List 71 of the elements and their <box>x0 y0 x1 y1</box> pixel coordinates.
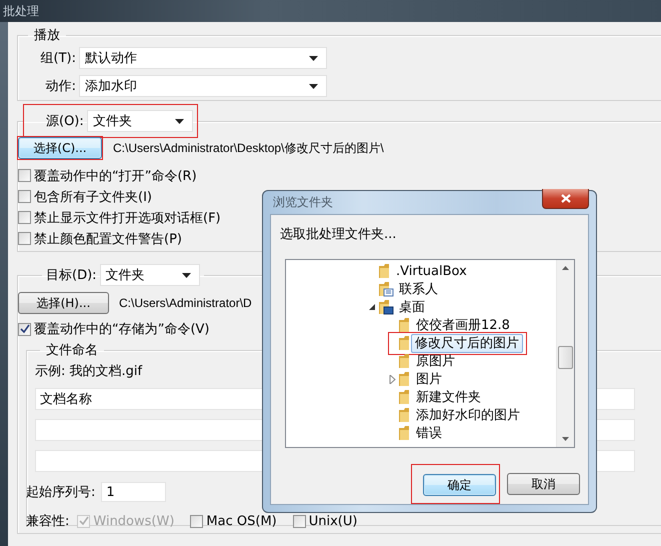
checkbox-label[interactable]: 覆盖动作中的“打开”命令(R) <box>34 166 197 184</box>
checkbox-label[interactable]: Mac OS(M) <box>206 514 277 528</box>
folder-path: C:\Users\Administrator\D <box>119 296 252 310</box>
field-label: 源(O): <box>46 113 84 130</box>
prompt-text: 选取批处理文件夹... <box>280 226 398 243</box>
caret-icon <box>174 118 184 124</box>
scrollbar[interactable] <box>556 260 574 447</box>
checkbox-label[interactable]: 禁止颜色配置文件警告(P) <box>34 230 182 248</box>
folder-icon <box>378 263 391 279</box>
checkbox-label[interactable]: 覆盖动作中的“存储为”命令(V) <box>34 320 210 338</box>
folder-icon <box>398 425 411 441</box>
folder-icon <box>398 317 411 333</box>
tree-item[interactable]: 修改尺寸后的图片 <box>411 334 523 352</box>
tree-item[interactable]: 错误 <box>412 424 446 442</box>
scroll-down-icon <box>562 437 569 441</box>
caret-icon <box>309 56 318 60</box>
dropdown[interactable]: 文件夹 <box>100 264 200 286</box>
checkbox-label[interactable]: Unix(U) <box>308 514 358 528</box>
check-icon <box>78 516 89 526</box>
tree-item[interactable]: 图片 <box>412 370 446 388</box>
dropdown[interactable]: 文件夹 <box>86 110 193 132</box>
folder-icon <box>398 371 411 387</box>
group-title: 播放 <box>33 27 61 44</box>
dropdown[interactable]: 默认动作 <box>79 47 327 69</box>
scroll-thumb[interactable] <box>558 346 573 369</box>
dropdown[interactable]: 添加水印 <box>79 75 327 97</box>
field-label: 起始序列号: <box>26 484 96 501</box>
checkbox[interactable] <box>18 169 31 182</box>
expanded-icon[interactable] <box>369 304 375 310</box>
field-label: 兼容性: <box>26 513 70 530</box>
field-label: 目标(D): <box>46 267 97 284</box>
checkbox-label[interactable]: 包含所有子文件夹(I) <box>34 188 152 206</box>
tree-item[interactable]: 原图片 <box>412 352 459 370</box>
caret-icon <box>309 84 318 88</box>
cancel-button[interactable]: 取消 <box>507 473 580 495</box>
close-button[interactable] <box>542 188 589 208</box>
dialog-title: 浏览文件夹 <box>273 194 333 211</box>
checkbox[interactable] <box>292 514 306 528</box>
select-button[interactable]: 选择(H)... <box>18 292 109 314</box>
tree-item[interactable]: 新建文件夹 <box>412 388 485 406</box>
tree-item[interactable]: .VirtualBox <box>392 262 471 280</box>
select-button[interactable]: 选择(C)... <box>18 137 102 159</box>
close-icon <box>560 194 570 202</box>
folder-icon <box>398 407 411 423</box>
checkbox[interactable] <box>190 514 204 528</box>
scroll-up-icon <box>562 266 569 270</box>
ok-button[interactable]: 确定 <box>423 474 496 496</box>
example-text: 示例: 我的文档.gif <box>35 363 142 380</box>
group-title: 文件命名 <box>45 342 99 359</box>
check-icon <box>20 324 30 334</box>
contacts-folder-icon <box>378 281 394 297</box>
checkbox-label[interactable]: 禁止显示文件打开选项对话框(F) <box>34 208 221 226</box>
tree-item[interactable]: 添加好水印的图片 <box>412 406 524 424</box>
caret-icon <box>182 272 191 278</box>
folder-path: C:\Users\Administrator\Desktop\修改尺寸后的图片\ <box>113 140 384 156</box>
input-field[interactable]: 1 <box>101 482 166 502</box>
window-title: 批处理 <box>3 2 39 20</box>
folder-icon <box>398 353 411 369</box>
tree-item[interactable]: 联系人 <box>395 280 442 298</box>
checkbox[interactable] <box>18 232 31 245</box>
folder-icon <box>398 389 411 405</box>
tree-item[interactable]: 桌面 <box>395 298 429 316</box>
checkbox[interactable] <box>18 190 31 203</box>
checkbox[interactable] <box>18 211 31 224</box>
field-label: 组(T): <box>40 50 76 67</box>
tree-item[interactable]: 佼佼者画册12.8 <box>412 316 514 334</box>
desktop-folder-icon <box>378 299 394 315</box>
checkbox[interactable] <box>18 322 31 336</box>
expander-icon[interactable] <box>388 374 396 384</box>
folder-icon <box>398 335 411 351</box>
field-label: 动作: <box>44 78 76 95</box>
